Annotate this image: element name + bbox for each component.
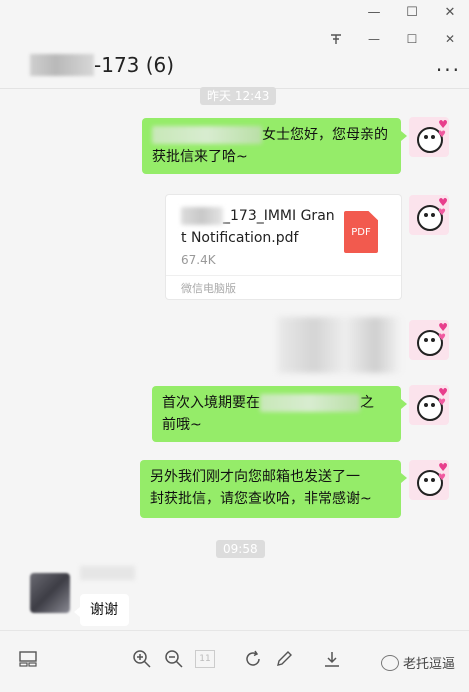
outgoing-message[interactable]: 另外我们刚才向您邮箱也发送了一 封获批信，请您查收哈，非常感谢~ — [140, 460, 407, 518]
heart-icon: ♥ — [437, 333, 446, 343]
outgoing-message[interactable]: 首次入境期要在 之 前哦~ — [152, 386, 407, 442]
heart-icon: ♥ — [438, 321, 448, 334]
chat-header: -173 (6) ··· — [0, 46, 469, 86]
redacted-image-message[interactable] — [278, 317, 400, 373]
window-controls: — ☐ ✕ — [355, 0, 469, 24]
redacted-text — [181, 207, 223, 225]
rotate-button[interactable] — [241, 647, 265, 671]
avatar-eye — [431, 213, 435, 217]
avatar-eye — [424, 403, 428, 407]
message-text: 前哦~ — [162, 417, 202, 433]
pdf-file-icon: PDF — [344, 211, 378, 253]
avatar-eye — [431, 478, 435, 482]
wechat-icon — [380, 654, 399, 671]
heart-icon: ♥ — [438, 386, 448, 399]
heart-icon: ♥ — [437, 130, 446, 140]
avatar-eye — [424, 478, 428, 482]
avatar-eye — [431, 338, 435, 342]
message-text: 封获批信，请您查收哈，非常感谢~ — [150, 491, 372, 507]
close-button[interactable]: ✕ — [431, 0, 469, 24]
avatar-eye — [424, 135, 428, 139]
avatar-eye — [424, 213, 428, 217]
watermark-text: 老托逗逼 — [402, 657, 455, 672]
zoom-out-icon — [165, 650, 183, 668]
file-source: 微信电脑版 — [181, 282, 236, 295]
avatar-eye — [431, 403, 435, 407]
timestamp: 09:58 — [216, 540, 265, 558]
download-icon — [325, 652, 339, 667]
heart-icon: ♥ — [438, 461, 448, 474]
file-size: 67.4K — [181, 253, 216, 267]
avatar-eye — [424, 338, 428, 342]
download-button[interactable] — [320, 647, 344, 671]
zoom-in-icon — [133, 650, 151, 668]
pdf-label: PDF — [351, 227, 371, 238]
avatar-eye — [431, 135, 435, 139]
pencil-icon — [277, 651, 292, 666]
avatar[interactable]: ♥ ♥ — [409, 117, 449, 157]
avatar[interactable]: ♥ ♥ — [409, 320, 449, 360]
actual-size-icon: 11 — [195, 650, 215, 668]
sidebar-toggle-button[interactable] — [16, 647, 40, 671]
chat-title[interactable]: -173 (6) — [94, 53, 174, 77]
bottom-toolbar: 11 老托逗逼 — [0, 630, 469, 692]
rotate-icon — [246, 650, 260, 666]
more-options-icon[interactable]: ··· — [436, 58, 461, 82]
message-text: 另外我们刚才向您邮箱也发送了一 — [150, 469, 360, 485]
file-divider — [166, 275, 401, 276]
heart-icon: ♥ — [438, 118, 448, 131]
heart-icon: ♥ — [437, 473, 446, 483]
redacted-text — [260, 394, 360, 412]
zoom-in-button[interactable] — [130, 647, 154, 671]
message-text: 获批信来了哈~ — [152, 149, 248, 165]
file-message[interactable]: _173_IMMI Grant Notification.pdf 67.4K P… — [165, 194, 402, 300]
file-name-part: _173_IMMI Gra — [223, 208, 326, 224]
incoming-message[interactable]: 谢谢 — [74, 594, 129, 626]
message-text: 之 — [360, 395, 374, 411]
edit-button[interactable] — [272, 647, 296, 671]
avatar[interactable]: ♥ ♥ — [409, 460, 449, 500]
maximize-button[interactable]: ☐ — [393, 0, 431, 24]
outgoing-message[interactable]: 女士您好，您母亲的 获批信来了哈~ — [142, 118, 407, 174]
minimize-button[interactable]: — — [355, 0, 393, 24]
redacted-text — [152, 126, 262, 144]
message-text: 首次入境期要在 — [162, 395, 260, 411]
layout-icon — [19, 651, 37, 667]
redacted-sender-name — [80, 566, 135, 580]
file-name: _173_IMMI Grant Notification.pdf — [181, 205, 336, 249]
heart-icon: ♥ — [438, 196, 448, 209]
contact-avatar[interactable] — [30, 573, 70, 613]
avatar[interactable]: ♥ ♥ — [409, 385, 449, 425]
redacted-contact-name — [30, 54, 94, 76]
message-text: 女士您好，您母亲的 — [262, 127, 388, 143]
timestamp: 昨天 12:43 — [200, 87, 277, 105]
heart-icon: ♥ — [437, 208, 446, 218]
avatar[interactable]: ♥ ♥ — [409, 195, 449, 235]
heart-icon: ♥ — [437, 398, 446, 408]
actual-size-button[interactable]: 11 — [193, 647, 217, 671]
watermark: 老托逗逼 — [380, 653, 455, 672]
zoom-out-button[interactable] — [162, 647, 186, 671]
pin-icon — [331, 34, 341, 44]
message-text: 谢谢 — [90, 602, 118, 618]
